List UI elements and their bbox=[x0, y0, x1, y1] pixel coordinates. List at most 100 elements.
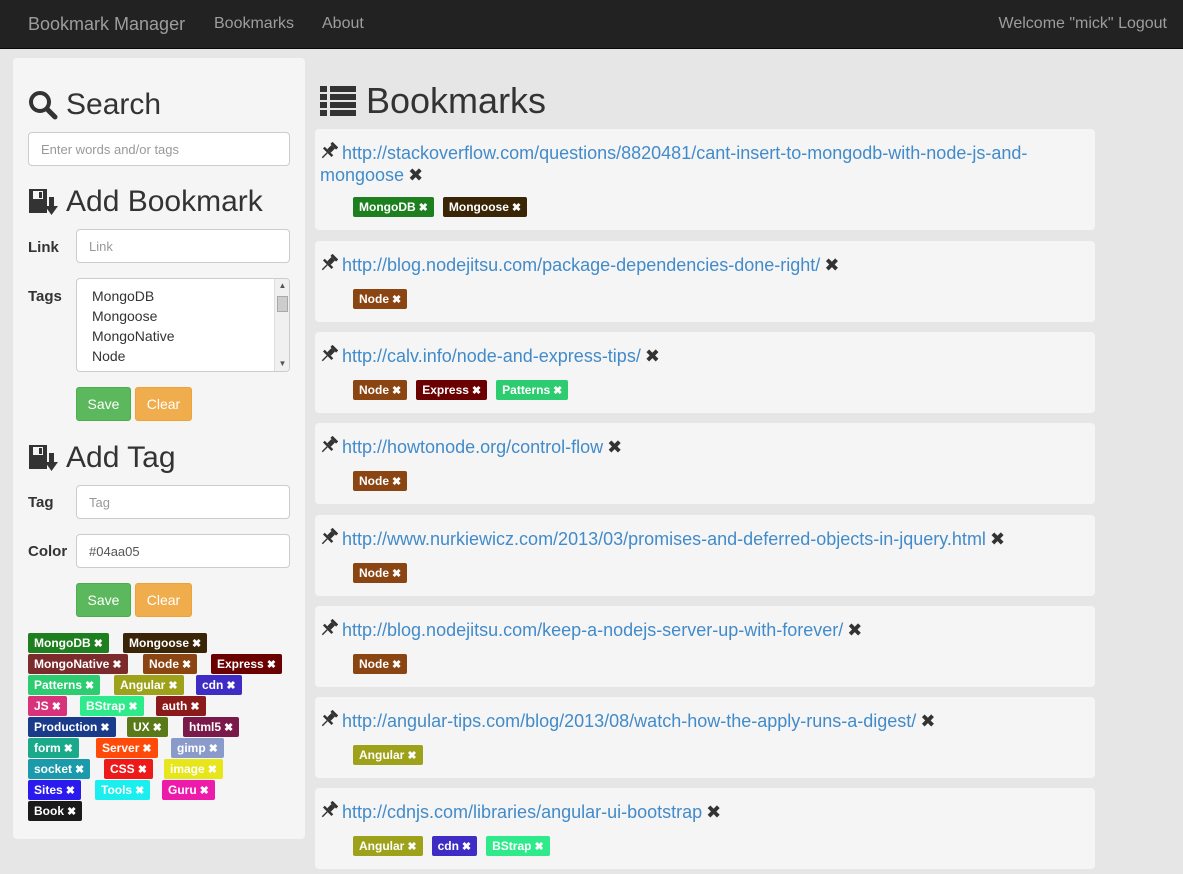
delete-bookmark-icon[interactable]: ✖ bbox=[706, 802, 721, 822]
tag-option[interactable]: MongoDB bbox=[92, 288, 154, 304]
scroll-down-arrow-icon[interactable]: ▼ bbox=[275, 357, 289, 371]
remove-tag-icon[interactable]: ✖ bbox=[66, 785, 75, 797]
tag-badge[interactable]: socket ✖ bbox=[28, 759, 91, 779]
search-input[interactable] bbox=[28, 132, 290, 166]
tag-badge[interactable]: BStrap ✖ bbox=[80, 696, 144, 716]
tag-badge[interactable]: Mongoose ✖ bbox=[123, 633, 208, 653]
delete-bookmark-icon[interactable]: ✖ bbox=[408, 165, 423, 185]
bookmark-clear-button[interactable]: Clear bbox=[135, 387, 192, 421]
tag-badge[interactable]: cdn ✖ bbox=[196, 675, 242, 695]
tag-badge[interactable]: MongoDB ✖ bbox=[28, 633, 109, 653]
tag-option[interactable]: Node bbox=[92, 348, 125, 364]
tag-badge[interactable]: MongoNative ✖ bbox=[28, 654, 128, 674]
nav-about-link[interactable]: About bbox=[322, 15, 364, 33]
bookmark-link[interactable]: http://calv.info/node-and-express-tips/ bbox=[342, 346, 641, 366]
nav-bookmarks-link[interactable]: Bookmarks bbox=[214, 15, 294, 33]
tags-scrollbar[interactable]: ▲ ▼ bbox=[274, 279, 289, 371]
remove-tag-icon[interactable]: ✖ bbox=[190, 701, 199, 713]
remove-tag-icon[interactable]: ✖ bbox=[392, 294, 401, 306]
remove-tag-icon[interactable]: ✖ bbox=[462, 841, 471, 853]
remove-tag-icon[interactable]: ✖ bbox=[85, 680, 94, 692]
delete-bookmark-icon[interactable]: ✖ bbox=[920, 711, 935, 731]
tag-badge[interactable]: Guru ✖ bbox=[162, 780, 215, 800]
bookmark-link[interactable]: http://www.nurkiewicz.com/2013/03/promis… bbox=[342, 529, 986, 549]
bookmark-link[interactable]: http://stackoverflow.com/questions/88204… bbox=[320, 143, 1027, 185]
remove-tag-icon[interactable]: ✖ bbox=[168, 680, 177, 692]
remove-tag-icon[interactable]: ✖ bbox=[534, 841, 543, 853]
tag-badge[interactable]: Node ✖ bbox=[353, 380, 408, 400]
tag-option[interactable]: MongoNative bbox=[92, 328, 175, 344]
tag-badge[interactable]: Express ✖ bbox=[416, 380, 488, 400]
delete-bookmark-icon[interactable]: ✖ bbox=[607, 437, 622, 457]
tag-badge[interactable]: Server ✖ bbox=[96, 738, 158, 758]
remove-tag-icon[interactable]: ✖ bbox=[135, 785, 144, 797]
tag-badge[interactable]: gimp ✖ bbox=[171, 738, 224, 758]
remove-tag-icon[interactable]: ✖ bbox=[112, 659, 121, 671]
bookmark-link[interactable]: http://blog.nodejitsu.com/keep-a-nodejs-… bbox=[342, 620, 843, 640]
tag-badge[interactable]: Book ✖ bbox=[28, 801, 83, 821]
remove-tag-icon[interactable]: ✖ bbox=[407, 750, 416, 762]
tag-badge[interactable]: BStrap ✖ bbox=[486, 836, 550, 856]
tag-badge[interactable]: html5 ✖ bbox=[183, 717, 240, 737]
remove-tag-icon[interactable]: ✖ bbox=[153, 722, 162, 734]
tag-badge[interactable]: Angular ✖ bbox=[353, 836, 423, 856]
tag-badge[interactable]: Angular ✖ bbox=[353, 745, 423, 765]
tag-badge[interactable]: Mongoose ✖ bbox=[442, 197, 528, 217]
bookmark-link[interactable]: http://angular-tips.com/blog/2013/08/wat… bbox=[342, 711, 916, 731]
tag-badge[interactable]: Node ✖ bbox=[353, 563, 408, 583]
remove-tag-icon[interactable]: ✖ bbox=[128, 701, 137, 713]
delete-bookmark-icon[interactable]: ✖ bbox=[847, 620, 862, 640]
logout-link[interactable]: Logout bbox=[1118, 15, 1167, 32]
tag-badge[interactable]: Angular ✖ bbox=[114, 675, 184, 695]
remove-tag-icon[interactable]: ✖ bbox=[553, 385, 562, 397]
tag-badge[interactable]: Tools ✖ bbox=[95, 780, 151, 800]
tags-multiselect[interactable]: MongoDB Mongoose MongoNative Node ▲ ▼ bbox=[76, 278, 290, 372]
scroll-thumb[interactable] bbox=[277, 296, 288, 312]
delete-bookmark-icon[interactable]: ✖ bbox=[824, 255, 839, 275]
tag-badge[interactable]: cdn ✖ bbox=[431, 836, 478, 856]
delete-bookmark-icon[interactable]: ✖ bbox=[990, 529, 1005, 549]
tag-badge[interactable]: Node ✖ bbox=[353, 471, 408, 491]
remove-tag-icon[interactable]: ✖ bbox=[392, 476, 401, 488]
remove-tag-icon[interactable]: ✖ bbox=[94, 638, 103, 650]
tag-badge[interactable]: JS ✖ bbox=[28, 696, 67, 716]
remove-tag-icon[interactable]: ✖ bbox=[224, 722, 233, 734]
tag-option[interactable]: Mongoose bbox=[92, 308, 157, 324]
tag-badge[interactable]: UX ✖ bbox=[127, 717, 168, 737]
bookmark-link[interactable]: http://blog.nodejitsu.com/package-depend… bbox=[342, 255, 820, 275]
tag-badge[interactable]: Node ✖ bbox=[353, 654, 408, 674]
tag-badge[interactable]: auth ✖ bbox=[156, 696, 206, 716]
remove-tag-icon[interactable]: ✖ bbox=[392, 568, 401, 580]
remove-tag-icon[interactable]: ✖ bbox=[52, 701, 61, 713]
tag-badge[interactable]: Node ✖ bbox=[143, 654, 198, 674]
remove-tag-icon[interactable]: ✖ bbox=[407, 841, 416, 853]
tag-badge[interactable]: Production ✖ bbox=[28, 717, 116, 737]
remove-tag-icon[interactable]: ✖ bbox=[200, 785, 209, 797]
tag-save-button[interactable]: Save bbox=[76, 583, 131, 617]
tag-badge[interactable]: Node ✖ bbox=[353, 289, 408, 309]
remove-tag-icon[interactable]: ✖ bbox=[392, 385, 401, 397]
link-input[interactable] bbox=[76, 229, 290, 263]
bookmark-save-button[interactable]: Save bbox=[76, 387, 131, 421]
remove-tag-icon[interactable]: ✖ bbox=[100, 722, 109, 734]
remove-tag-icon[interactable]: ✖ bbox=[392, 659, 401, 671]
tag-badge[interactable]: Sites ✖ bbox=[28, 780, 81, 800]
tag-badge[interactable]: MongoDB ✖ bbox=[353, 197, 434, 217]
delete-bookmark-icon[interactable]: ✖ bbox=[645, 346, 660, 366]
remove-tag-icon[interactable]: ✖ bbox=[208, 764, 217, 776]
remove-tag-icon[interactable]: ✖ bbox=[142, 743, 151, 755]
remove-tag-icon[interactable]: ✖ bbox=[512, 202, 521, 214]
tag-badge[interactable]: Patterns ✖ bbox=[28, 675, 101, 695]
remove-tag-icon[interactable]: ✖ bbox=[67, 806, 76, 818]
remove-tag-icon[interactable]: ✖ bbox=[182, 659, 191, 671]
remove-tag-icon[interactable]: ✖ bbox=[419, 202, 428, 214]
tag-badge[interactable]: CSS ✖ bbox=[104, 759, 153, 779]
remove-tag-icon[interactable]: ✖ bbox=[75, 764, 84, 776]
tag-badge[interactable]: image ✖ bbox=[164, 759, 223, 779]
remove-tag-icon[interactable]: ✖ bbox=[192, 638, 201, 650]
bookmark-link[interactable]: http://howtonode.org/control-flow bbox=[342, 437, 603, 457]
tag-badge[interactable]: Express ✖ bbox=[211, 654, 282, 674]
tag-clear-button[interactable]: Clear bbox=[135, 583, 192, 617]
brand-link[interactable]: Bookmark Manager bbox=[28, 14, 185, 35]
scroll-up-arrow-icon[interactable]: ▲ bbox=[275, 279, 289, 293]
